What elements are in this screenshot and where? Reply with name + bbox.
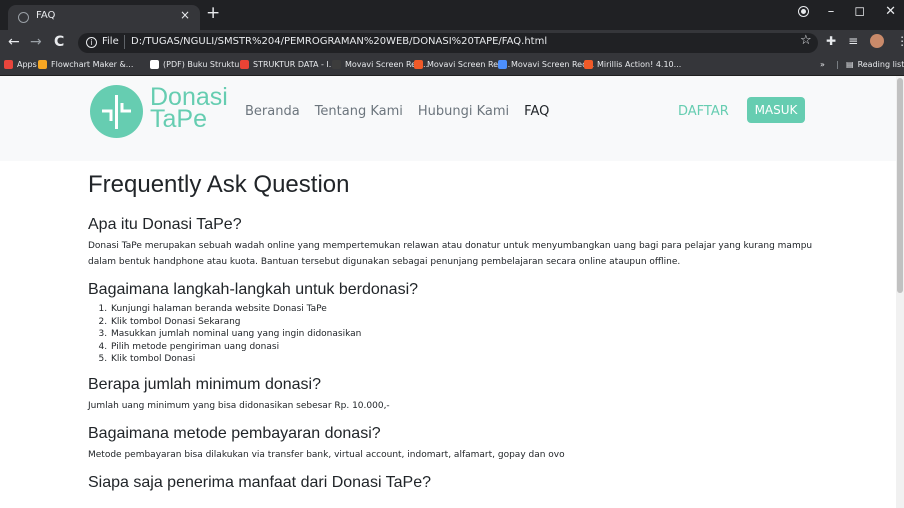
nav-link-tentang-kami[interactable]: Tentang Kami (315, 104, 403, 119)
extension-icon[interactable]: ✚ (826, 34, 836, 48)
daftar-link[interactable]: DAFTAR (678, 104, 729, 119)
faq-item: Siapa saja penerima manfaat dari Donasi … (88, 473, 828, 492)
playlist-icon[interactable]: ≡ (848, 34, 858, 48)
bookmark-favicon-icon (498, 60, 507, 69)
bookmark-favicon-icon (414, 60, 423, 69)
bookmarks-more-button[interactable]: » (820, 60, 825, 69)
faq-question: Berapa jumlah minimum donasi? (88, 375, 321, 393)
bookmarks-divider: | (836, 60, 839, 69)
web-page: Donasi TaPe Beranda Tentang Kami Hubungi… (0, 76, 904, 508)
donation-steps-list: Kunjungi halaman beranda website Donasi … (88, 303, 828, 366)
bookmark-favicon-icon (332, 60, 341, 69)
list-item: Pilih metode pengiriman uang donasi (110, 341, 828, 354)
menu-kebab-icon[interactable]: ⋮ (896, 34, 904, 48)
url-text[interactable]: D:/TUGAS/NGULI/SMSTR%204/PEMROGRAMAN%20W… (131, 36, 547, 47)
faq-question: Bagaimana metode pembayaran donasi? (88, 424, 381, 442)
bookmarks-bar: » | ▤ Reading list Apps Flowchart Maker &… (0, 56, 904, 76)
faq-question: Siapa saja penerima manfaat dari Donasi … (88, 473, 432, 491)
list-item: Klik tombol Donasi (110, 353, 828, 366)
site-navbar: Donasi TaPe Beranda Tentang Kami Hubungi… (0, 76, 904, 161)
faq-item: Bagaimana langkah-langkah untuk berdonas… (88, 280, 828, 366)
bookmark-item[interactable]: Flowchart Maker &... (38, 60, 133, 69)
faq-item: Berapa jumlah minimum donasi? Jumlah uan… (88, 375, 828, 414)
bookmark-item[interactable]: (PDF) Buku Struktur... (150, 60, 250, 69)
page-scrollbar[interactable] (896, 76, 904, 508)
faq-answer: Donasi TaPe merupakan sebuah wadah onlin… (88, 241, 813, 267)
faq-answer: Jumlah uang minimum yang bisa didonasika… (88, 400, 390, 411)
bookmark-favicon-icon (240, 60, 249, 69)
bookmark-label: STRUKTUR DATA - I... (253, 60, 337, 69)
browser-toolbar: ← → C i File D:/TUGAS/NGULI/SMSTR%204/PE… (0, 30, 904, 56)
bookmark-item[interactable]: Mirillis Action! 4.10... (584, 60, 681, 69)
logo-wordmark[interactable]: Donasi TaPe (150, 85, 228, 133)
bookmark-favicon-icon (584, 60, 593, 69)
masuk-button[interactable]: MASUK (747, 97, 805, 123)
tab-title: FAQ (36, 10, 56, 21)
browser-tab-strip: FAQ × + – ◻ ✕ (0, 0, 904, 30)
window-controls: – ◻ ✕ (798, 4, 896, 19)
reload-button[interactable]: C (54, 34, 64, 50)
nav-link-faq[interactable]: FAQ (524, 104, 549, 119)
nav-link-beranda[interactable]: Beranda (245, 104, 300, 119)
close-tab-icon[interactable]: × (180, 8, 190, 22)
minimize-button[interactable]: – (828, 4, 835, 19)
list-item: Klik tombol Donasi Sekarang (110, 316, 828, 329)
reading-list-label: Reading list (857, 60, 904, 69)
list-item: Kunjungi halaman beranda website Donasi … (110, 303, 828, 316)
close-window-button[interactable]: ✕ (885, 4, 896, 19)
info-icon[interactable]: i (86, 37, 97, 48)
extensions-area: ✚ ≡ ⋮ (826, 34, 904, 48)
bookmark-item[interactable]: Movavi Screen Rec... (498, 60, 594, 69)
bookmark-label: Flowchart Maker &... (51, 60, 134, 69)
faq-content: Frequently Ask Question Apa itu Donasi T… (88, 171, 828, 496)
maximize-button[interactable]: ◻ (854, 4, 865, 19)
bookmark-label: Mirillis Action! 4.10... (597, 60, 682, 69)
page-title: Frequently Ask Question (88, 171, 350, 198)
bookmark-item[interactable]: STRUKTUR DATA - I... (240, 60, 336, 69)
donasi-tape-logo[interactable] (90, 85, 143, 138)
reading-list-icon: ▤ (846, 60, 854, 69)
faq-question: Apa itu Donasi TaPe? (88, 216, 242, 233)
bookmark-favicon-icon (38, 60, 47, 69)
bookmark-label: Movavi Screen Rec... (511, 60, 595, 69)
new-tab-button[interactable]: + (206, 3, 220, 23)
faq-answer: Metode pembayaran bisa dilakukan via tra… (88, 449, 565, 460)
hand-heart-icon (102, 95, 131, 129)
address-bar[interactable]: i File D:/TUGAS/NGULI/SMSTR%204/PEMROGRA… (78, 33, 818, 53)
nav-links: Beranda Tentang Kami Hubungi Kami FAQ (245, 104, 549, 119)
bookmark-item[interactable]: Apps (4, 60, 37, 69)
reading-list-button[interactable]: ▤ Reading list (846, 60, 904, 69)
recording-icon[interactable] (798, 7, 808, 16)
scrollbar-thumb[interactable] (897, 78, 903, 293)
list-item: Masukkan jumlah nominal uang yang ingin … (110, 328, 828, 341)
faq-question: Bagaimana langkah-langkah untuk berdonas… (88, 281, 419, 298)
profile-avatar[interactable] (870, 34, 885, 48)
faq-item: Apa itu Donasi TaPe? Donasi TaPe merupak… (88, 215, 828, 270)
logo-line-2: TaPe (150, 105, 207, 133)
faq-item: Bagaimana metode pembayaran donasi? Meto… (88, 424, 828, 463)
browser-tab[interactable]: FAQ × (8, 5, 200, 30)
nav-link-hubungi-kami[interactable]: Hubungi Kami (418, 104, 509, 119)
bookmark-label: Apps (17, 60, 37, 69)
bookmark-favicon-icon (4, 60, 13, 69)
url-scheme: File (102, 36, 119, 47)
bookmark-star-icon[interactable]: ☆ (800, 33, 812, 48)
back-button[interactable]: ← (8, 34, 20, 50)
url-separator (124, 35, 125, 49)
bookmark-label: (PDF) Buku Struktur... (163, 60, 250, 69)
forward-button[interactable]: → (30, 34, 42, 50)
globe-icon (18, 12, 29, 23)
bookmark-favicon-icon (150, 60, 159, 69)
bookmark-item[interactable]: Movavi Screen Rec... (414, 60, 510, 69)
